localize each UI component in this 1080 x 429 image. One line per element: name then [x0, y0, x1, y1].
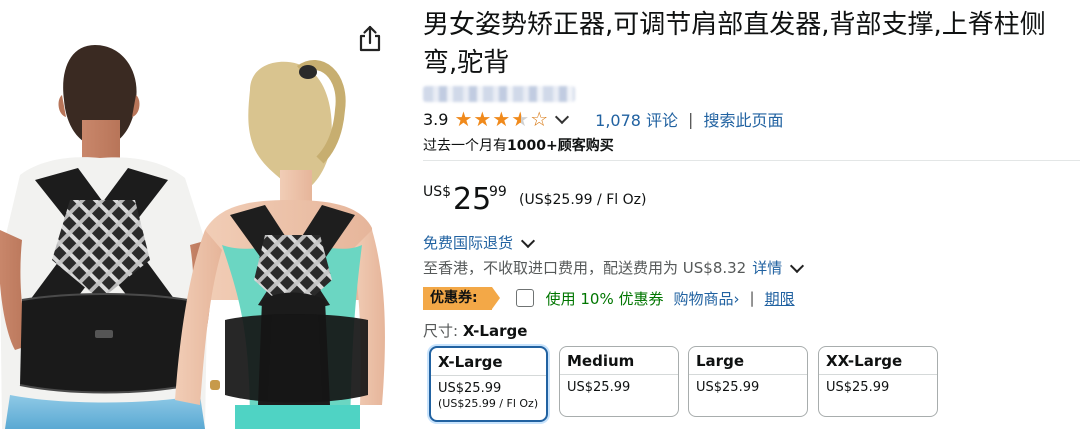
star-partial-icon: ★ [511, 107, 530, 131]
reviews-link[interactable]: 1,078 评论 [595, 107, 678, 131]
size-option-name: Large [689, 347, 807, 375]
coupon-checkbox[interactable] [515, 289, 534, 307]
shipping-info: 至香港，不收取进口费用，配送费用为 US$8.32 详情 [423, 257, 805, 278]
price-whole: 25 [453, 182, 492, 217]
size-option-name: Medium [560, 347, 678, 375]
share-button[interactable] [356, 24, 384, 54]
size-option-unit-price: (US$25.99 / Fl Oz) [438, 397, 539, 410]
coupon-apply-label[interactable]: 使用 10% 优惠券 [546, 288, 664, 309]
size-selected-value: X-Large [462, 322, 528, 340]
star-full-icon: ★ [454, 107, 473, 131]
size-label-text: 尺寸: [423, 322, 459, 340]
size-option-price: US$25.99 [567, 380, 631, 395]
separator: | [749, 289, 755, 307]
returns-label: 免费国际退货 [423, 234, 514, 252]
size-option-name: XX-Large [819, 347, 937, 375]
star-rating[interactable]: ★ ★ ★ ★ ☆ [454, 109, 549, 129]
returns-dropdown[interactable]: 免费国际退货 [423, 232, 536, 253]
rating-row: 3.9 ★ ★ ★ ★ ☆ 1,078 评论 | 搜索此页面 [423, 107, 783, 131]
size-option-name: X-Large [431, 348, 546, 376]
shipping-text: 至香港，不收取进口费用，配送费用为 US$8.32 [423, 259, 747, 277]
price-fraction: 99 [489, 184, 507, 200]
unit-price: (US$25.99 / Fl Oz) [519, 192, 647, 208]
product-image[interactable] [0, 0, 405, 429]
bought-count: 过去一个月有1000+顾客购买 [423, 135, 614, 155]
size-label: 尺寸: X-Large [423, 320, 527, 341]
price-symbol: US$ [423, 184, 452, 200]
divider [423, 160, 1080, 161]
coupon-terms-link[interactable]: 期限 [765, 288, 795, 309]
bought-prefix: 过去一个月有 [423, 138, 507, 154]
product-title: 男女姿势矫正器,可调节肩部直发器,背部支撑,上脊柱侧弯,驼背 [423, 10, 1046, 78]
coupon-row: 优惠券: 使用 10% 优惠券 购物商品› | 期限 [423, 286, 795, 310]
shipping-details-link[interactable]: 详情 [752, 257, 782, 278]
bought-number: 1000+顾客购买 [507, 138, 614, 154]
chevron-down-icon[interactable] [555, 109, 570, 125]
coupon-badge: 优惠券: [423, 286, 500, 310]
chevron-down-icon [520, 233, 536, 248]
search-page-link[interactable]: 搜索此页面 [703, 107, 783, 131]
size-option-price: US$25.99 [696, 380, 760, 395]
size-option-x-large[interactable]: X-Large US$25.99 (US$25.99 / Fl Oz) [429, 346, 548, 422]
product-details: 男女姿势矫正器,可调节肩部直发器,背部支撑,上脊柱侧弯,驼背 3.9 ★ ★ ★… [423, 0, 1080, 429]
star-full-icon: ★ [473, 107, 492, 131]
product-photo [0, 45, 385, 429]
star-full-icon: ★ [492, 107, 511, 131]
size-option-price: US$25.99 [438, 381, 502, 396]
store-link-blurred[interactable] [423, 86, 575, 102]
size-option-price: US$25.99 [826, 380, 890, 395]
share-icon [359, 25, 381, 52]
size-option-large[interactable]: Large US$25.99 [688, 346, 808, 417]
size-option-xx-large[interactable]: XX-Large US$25.99 [818, 346, 938, 417]
rating-value: 3.9 [423, 109, 449, 129]
coupon-shop-link[interactable]: 购物商品› [674, 288, 740, 309]
separator: | [688, 109, 694, 129]
chevron-down-icon[interactable] [790, 258, 805, 273]
size-option-medium[interactable]: Medium US$25.99 [559, 346, 679, 417]
star-empty-icon: ☆ [530, 107, 549, 131]
